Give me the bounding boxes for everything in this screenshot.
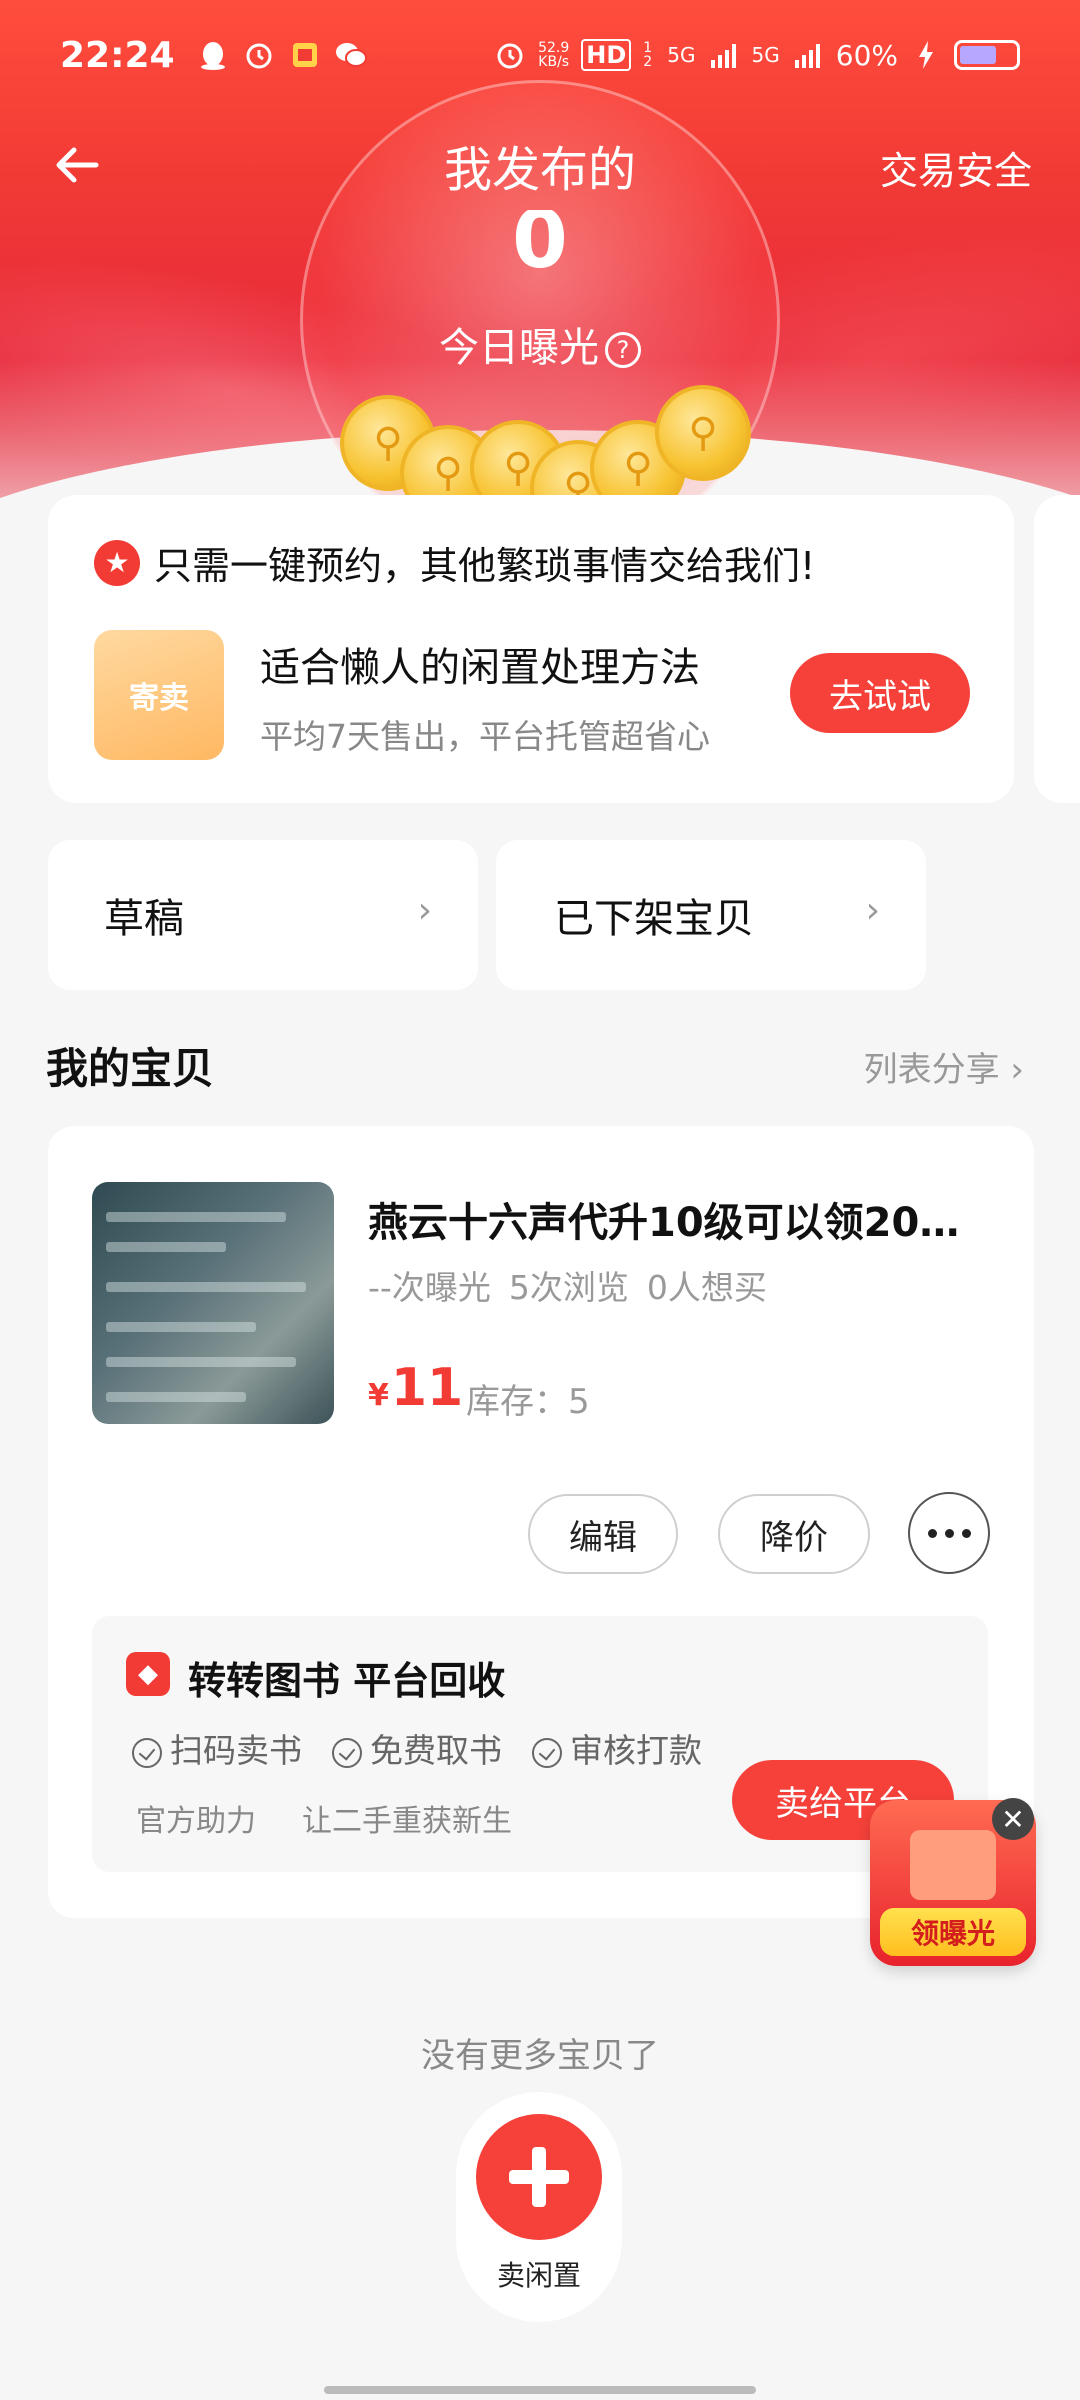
net-speed-unit: KB/s (538, 54, 570, 70)
star-icon: ★ (94, 539, 140, 586)
wechat-icon (335, 39, 367, 71)
feature-item: 免费取书 (332, 1724, 502, 1772)
reduce-price-button[interactable]: 降价 (718, 1494, 870, 1574)
consignment-icon: 寄卖 (94, 630, 224, 760)
sell-idle-fab[interactable]: 卖闲置 (456, 2092, 622, 2322)
dot (961, 1528, 971, 1538)
red-envelope-icon (910, 1830, 996, 1900)
coin-icon: ⚲ (655, 385, 751, 481)
next-promo-card-edge[interactable] (1034, 495, 1080, 803)
float-ad-label: 领曝光 (880, 1908, 1026, 1956)
battery-icon (954, 40, 1020, 70)
home-indicator[interactable] (324, 2386, 756, 2394)
no-more-items-text: 没有更多宝贝了 (421, 2036, 659, 2076)
today-exposure-label[interactable]: 今日曝光? (0, 315, 1080, 373)
today-exposure-value: 0 (512, 210, 568, 280)
hd-badge: HD (581, 39, 632, 71)
back-arrow-icon[interactable] (48, 135, 108, 195)
battery-percent: 60% (835, 38, 898, 72)
my-items-title: 我的宝贝 (46, 1044, 215, 1093)
net-speed-value: 52.9 (538, 40, 570, 56)
consignment-badge-text: 寄卖 (129, 681, 189, 716)
status-time: 22:24 (60, 34, 175, 76)
close-icon[interactable]: ✕ (992, 1798, 1034, 1840)
trade-safety-link[interactable]: 交易安全 (880, 140, 1032, 195)
list-share-label: 列表分享 (863, 1050, 1000, 1090)
tag: 官方助力 (136, 1804, 256, 1839)
drafts-link[interactable]: 草稿 › (48, 840, 478, 990)
want-count: 0人想买 (646, 1268, 767, 1307)
exposure-count: --次曝光 (368, 1268, 491, 1307)
signal-bars-icon (792, 39, 824, 71)
alarm-icon (494, 39, 526, 71)
item-stock: 库存：5 (466, 1382, 590, 1422)
more-options-button[interactable] (908, 1492, 990, 1574)
check-circle-icon (132, 1737, 162, 1768)
signal-5g-2: 5G (751, 43, 780, 67)
alarm-icon (243, 39, 275, 71)
item-price: ¥ 11 (368, 1358, 463, 1418)
edit-button[interactable]: 编辑 (528, 1494, 678, 1574)
dot (944, 1528, 954, 1538)
promo-headline: ★ 只需一键预约，其他繁琐事情交给我们! (94, 535, 815, 590)
plus-icon[interactable] (476, 2114, 602, 2240)
zhuanzhuan-logo-icon: ◆ (126, 1652, 170, 1696)
item-title[interactable]: 燕云十六声代升10级可以领20红... (368, 1190, 988, 1248)
promo-title: 适合懒人的闲置处理方法 (260, 645, 700, 691)
promo-headline-text: 只需一键预约，其他繁琐事情交给我们! (154, 544, 816, 588)
tag: 让二手重获新生 (302, 1804, 512, 1839)
price-value: 11 (390, 1358, 464, 1418)
delisted-items-link[interactable]: 已下架宝贝 › (496, 840, 926, 990)
recycle-features: 扫码卖书 免费取书 审核打款 (132, 1724, 702, 1772)
chevron-right-icon: › (1010, 1050, 1024, 1090)
recycle-tags: 官方助力 让二手重获新生 (136, 1796, 512, 1840)
hd-sub: 1 2 (643, 40, 653, 70)
net-speed: 52.9 KB/s (538, 41, 569, 69)
try-button[interactable]: 去试试 (790, 653, 970, 733)
drafts-label: 草稿 (104, 896, 184, 942)
feature-item: 审核打款 (532, 1724, 702, 1772)
help-icon[interactable]: ? (605, 332, 641, 368)
feature-item: 扫码卖书 (132, 1724, 302, 1772)
list-share-link[interactable]: 列表分享 › (864, 1042, 1024, 1091)
chevron-right-icon: › (417, 890, 432, 931)
consignment-promo-card[interactable]: ★ 只需一键预约，其他繁琐事情交给我们! 寄卖 适合懒人的闲置处理方法 平均7天… (48, 495, 1014, 803)
delisted-label: 已下架宝贝 (554, 896, 754, 942)
app-notification-icon (289, 39, 321, 71)
status-bar: 22:24 52.9 KB/s HD 1 2 5G 5G 60% (0, 0, 1080, 110)
check-circle-icon (532, 1737, 562, 1768)
currency-symbol: ¥ (368, 1378, 389, 1413)
exposure-label-text: 今日曝光 (439, 325, 599, 371)
item-stats: --次曝光 5次浏览 0人想买 (368, 1261, 767, 1309)
chevron-right-icon: › (865, 890, 880, 931)
signal-bars-icon (708, 39, 740, 71)
fab-label: 卖闲置 (496, 2259, 581, 2292)
qq-icon (197, 39, 229, 71)
item-thumbnail[interactable] (92, 1182, 334, 1424)
view-count: 5次浏览 (508, 1268, 629, 1307)
promo-subtitle: 平均7天售出，平台托管超省心 (260, 717, 710, 756)
signal-5g-1: 5G (667, 43, 696, 67)
nav-bar: 我发布的 交易安全 (0, 110, 1080, 220)
recycle-title: 转转图书 平台回收 (188, 1659, 506, 1703)
check-circle-icon (332, 1737, 362, 1768)
dot (927, 1528, 937, 1538)
charging-icon (910, 39, 942, 71)
